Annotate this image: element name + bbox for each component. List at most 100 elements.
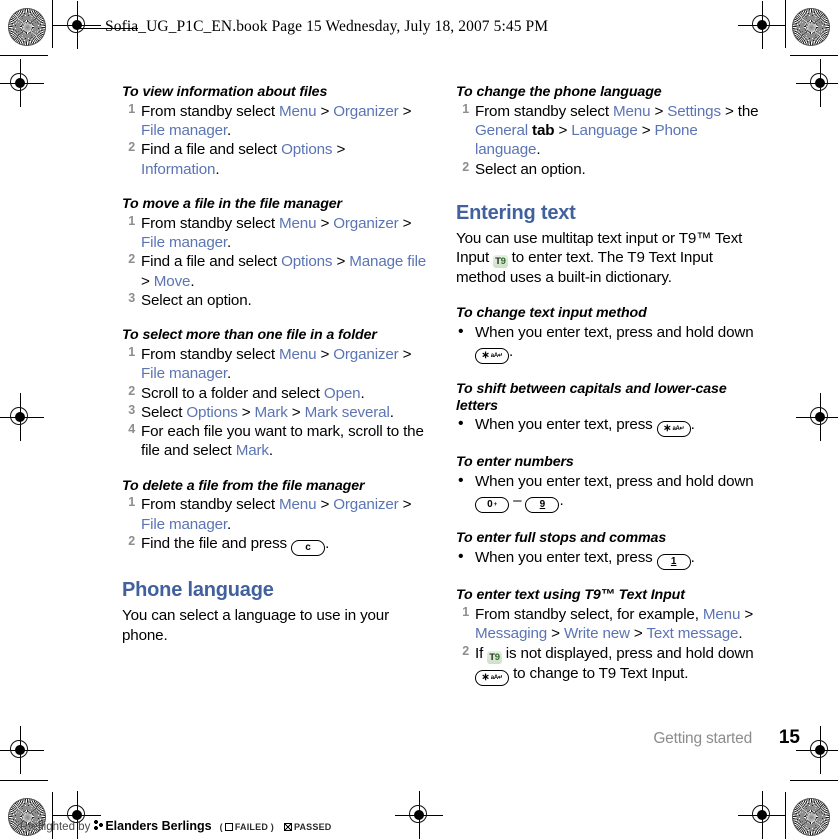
instruction-text: > [332,141,346,159]
preflight-passed-status: PASSED [282,822,332,832]
emphasis-text: tab [527,122,555,140]
ui-reference-link: Menu [612,102,651,120]
procedure-step: • When you enter text, press ∗aA↵. [456,415,761,438]
instruction-text: > [547,625,564,643]
instruction-text: > [398,345,412,363]
chapter-heading-entering-text: Entering text [456,201,576,224]
chapter-intro-paragraph: You can select a language to use in your… [122,607,390,644]
procedure-step: 2 If T9 is not displayed, press and hold … [456,644,761,686]
ui-reference-link: Mark several [304,403,390,421]
instruction-text: > the [720,102,759,120]
crop-rule-top-left-vertical [52,0,53,48]
instruction-text: Select [141,403,187,421]
instruction-text: . [536,141,541,159]
procedure-step-list: 1 From standby select Menu > Organizer > … [122,214,427,310]
procedure-step-list: 1 From standby select Menu > Organizer > … [122,102,427,179]
bullseye-registration-mark-lower-left [0,726,44,774]
procedure-title: To shift between capitals and lower-case… [456,380,727,414]
ui-reference-link: Settings [667,102,721,120]
ui-reference-link: Menu [278,345,317,363]
procedure-step: 2 Select an option. [456,160,761,179]
instruction-text: Find a file and select [141,253,282,271]
procedure-step: 2 Find a file and select Options > Manage… [122,252,427,291]
instruction-text: . [360,384,365,402]
instruction-text: to change to T9 Text Input. [509,664,689,682]
book-header-line: Sofia_UG_P1C_EN.book Page 15 Wednesday, … [105,18,549,35]
phone-key-9-icon: 9 [525,497,560,514]
instruction-text: . [215,160,220,178]
starburst-registration-mark-bottom-right [792,798,830,836]
instruction-text: . [509,342,514,360]
instruction-text: > [650,102,668,120]
ui-reference-link: Menu [278,102,317,120]
instruction-text: . [559,492,564,510]
instruction-text: Find a file and select [141,141,282,159]
procedure-step: • When you enter text, press and hold dow… [456,323,761,364]
procedure-step: • When you enter text, press 1. [456,548,761,571]
instruction-text: . [690,416,695,434]
starburst-registration-mark-top-right [792,8,830,46]
procedure-title: To view information about files [122,84,328,100]
instruction-text: is not displayed, press and hold down [501,644,754,662]
ui-reference-link: Mark [254,403,288,421]
step-number-marker: 3 [128,402,135,417]
procedure-title: To move a file in the file manager [122,195,342,212]
page-body: To view information about files 1 From sta… [0,84,838,704]
ui-reference-link: File manager [141,122,227,140]
procedure-step: 1 From standby select, for example, Menu … [456,605,761,644]
procedure-step-list: 1 From standby select Menu > Organizer > … [122,495,427,557]
checkbox-checked-icon [283,823,292,831]
instruction-text: For each file you want to mark, scroll t… [141,423,424,460]
phone-key-∗-icon: ∗aA↵ [475,669,509,686]
instruction-text: . [227,515,232,533]
crop-rule-top-right-vertical [785,0,786,48]
procedure-bullet-list: • When you enter text, press and hold dow… [456,323,761,364]
preflight-stamp: Preflighted by Elanders Berlings (FAILED )… [20,819,331,833]
step-number-marker: 3 [128,290,135,305]
instruction-text: > [398,214,412,232]
instruction-text: From standby select [141,214,279,232]
bullseye-registration-mark-top-right [738,1,786,49]
instruction-text: Select an option. [141,291,252,309]
paren-close: ) [270,822,274,832]
instruction-text: > [316,496,334,514]
instruction-text: . [227,233,232,251]
procedure-title: To delete a file from the file manager [122,477,365,494]
instruction-text: > [332,253,350,271]
ui-reference-link: Menu [278,496,317,514]
instruction-text: . [227,122,232,140]
bullet-marker: • [458,415,464,433]
step-number-marker: 1 [462,101,469,116]
phone-key-∗-icon: ∗aA↵ [475,347,509,364]
ui-reference-link: Text message [646,625,739,643]
instruction-text: When you enter text, press [475,549,657,567]
instruction-text: > [740,605,754,623]
preflight-failed-label: FAILED [234,822,269,832]
step-number-marker: 1 [128,213,135,228]
procedure-bullet-list: • When you enter text, press ∗aA↵. [456,415,761,438]
instruction-text: > [554,122,572,140]
procedure-step: 2 Find a file and select Options > Inform… [122,140,427,179]
procedure-title: To change the phone language [456,84,662,100]
phone-key-∗-icon: ∗aA↵ [656,421,691,438]
ui-reference-link: Organizer [333,496,399,514]
ui-reference-link: Mark [235,442,269,460]
step-number-marker: 2 [128,140,135,155]
step-number-marker: 2 [128,383,135,398]
instruction-text: Find the file and press [141,535,292,553]
instruction-text: When you enter text, press [475,416,657,434]
step-number-marker: 2 [128,534,135,549]
procedure-bullet-list: • When you enter text, press 1. [456,548,761,571]
ui-reference-link: Options [186,403,238,421]
procedure-step-list: 1 From standby select Menu > Settings > t… [456,102,761,179]
instruction-text: > [316,345,334,363]
bullseye-registration-mark-bottom-center [395,791,443,839]
procedure-step: 3 Select Options > Mark > Mark several. [122,403,427,422]
instruction-text: From standby select, for example, [475,605,703,623]
right-column: To change the phone language 1 From standb… [456,84,761,686]
footer-chapter-name: Getting started [653,730,752,747]
procedure-title: To enter numbers [456,454,574,471]
t9-text-input-icon: T9 [493,255,508,269]
instruction-text: . [268,442,273,460]
instruction-text: Select an option. [475,160,586,178]
